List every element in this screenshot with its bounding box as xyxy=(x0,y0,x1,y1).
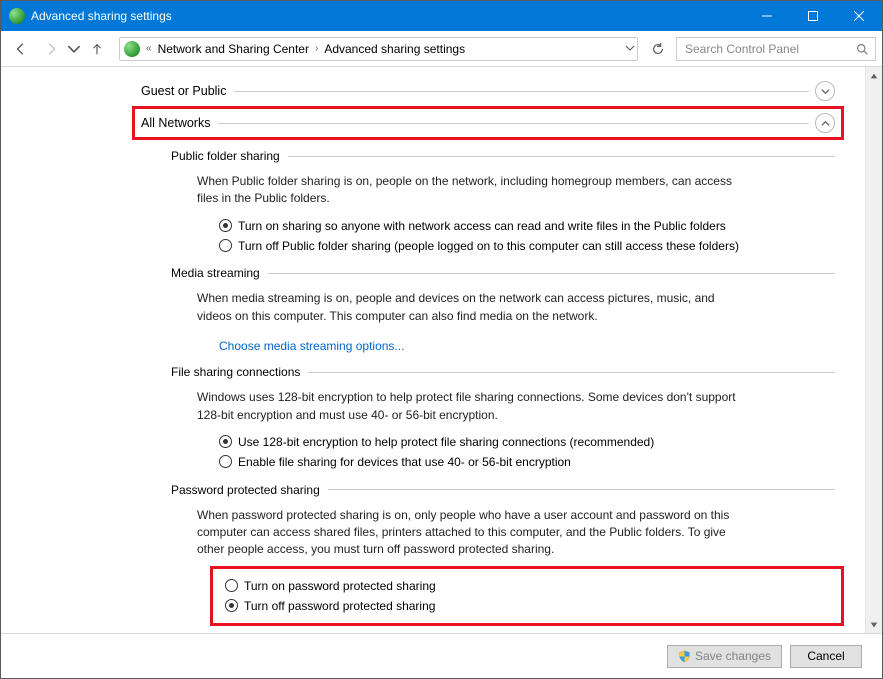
save-label: Save changes xyxy=(695,649,771,663)
search-box[interactable] xyxy=(676,37,876,61)
minimize-button[interactable] xyxy=(744,1,790,31)
radio-label: Turn off Public folder sharing (people l… xyxy=(238,238,739,255)
radio-label: Enable file sharing for devices that use… xyxy=(238,454,571,471)
radio-label: Use 128-bit encryption to help protect f… xyxy=(238,434,654,451)
titlebar: Advanced sharing settings xyxy=(1,1,882,31)
shield-icon xyxy=(678,650,691,663)
search-icon[interactable] xyxy=(856,43,869,59)
radio-icon xyxy=(219,455,232,468)
search-input[interactable] xyxy=(683,41,869,57)
radio-128bit[interactable]: Use 128-bit encryption to help protect f… xyxy=(219,434,835,451)
section-public-folder-sharing: Public folder sharing When Public folder… xyxy=(171,149,835,254)
profile-header-all-networks[interactable]: All Networks xyxy=(135,109,841,137)
breadcrumb-root-chevron[interactable]: « xyxy=(146,43,152,54)
navbar: « Network and Sharing Center › Advanced … xyxy=(1,31,882,67)
location-icon xyxy=(124,41,140,57)
section-title: Password protected sharing xyxy=(171,483,328,497)
divider xyxy=(268,273,835,274)
radio-icon xyxy=(219,239,232,252)
window-title: Advanced sharing settings xyxy=(31,9,744,23)
password-radio-group-highlight: Turn on password protected sharing Turn … xyxy=(213,569,841,624)
section-password-sharing: Password protected sharing When password… xyxy=(171,483,835,624)
divider xyxy=(234,91,809,92)
section-title: Media streaming xyxy=(171,266,268,280)
radio-icon xyxy=(219,219,232,232)
scroll-up-icon[interactable] xyxy=(866,67,882,84)
close-button[interactable] xyxy=(836,1,882,31)
radio-public-off[interactable]: Turn off Public folder sharing (people l… xyxy=(219,238,835,255)
section-title: File sharing connections xyxy=(171,365,308,379)
maximize-button[interactable] xyxy=(790,1,836,31)
chevron-down-icon[interactable] xyxy=(815,81,835,101)
divider xyxy=(328,489,835,490)
section-title: Public folder sharing xyxy=(171,149,288,163)
section-file-sharing: File sharing connections Windows uses 12… xyxy=(171,365,835,470)
section-desc: Windows uses 128-bit encryption to help … xyxy=(197,389,737,424)
footer: Save changes Cancel xyxy=(1,633,882,678)
section-desc: When Public folder sharing is on, people… xyxy=(197,173,737,208)
section-desc: When media streaming is on, people and d… xyxy=(197,290,737,325)
cancel-label: Cancel xyxy=(807,649,844,663)
forward-button xyxy=(37,35,65,63)
radio-label: Turn on sharing so anyone with network a… xyxy=(238,218,726,235)
breadcrumb-dropdown[interactable] xyxy=(625,41,635,58)
radio-label: Turn off password protected sharing xyxy=(244,598,435,615)
profile-label: All Networks xyxy=(141,116,218,130)
breadcrumb-item-current[interactable]: Advanced sharing settings xyxy=(320,40,469,58)
radio-label: Turn on password protected sharing xyxy=(244,578,436,595)
radio-icon xyxy=(225,579,238,592)
radio-public-on[interactable]: Turn on sharing so anyone with network a… xyxy=(219,218,835,235)
radio-password-off[interactable]: Turn off password protected sharing xyxy=(225,598,835,615)
profile-label: Guest or Public xyxy=(141,84,234,98)
back-button[interactable] xyxy=(7,35,35,63)
recent-dropdown[interactable] xyxy=(67,35,81,63)
vertical-scrollbar[interactable] xyxy=(865,67,882,633)
section-desc: When password protected sharing is on, o… xyxy=(197,507,737,559)
section-media-streaming: Media streaming When media streaming is … xyxy=(171,266,835,353)
radio-icon xyxy=(219,435,232,448)
scroll-down-icon[interactable] xyxy=(866,616,882,633)
breadcrumb[interactable]: « Network and Sharing Center › Advanced … xyxy=(119,37,638,61)
radio-40bit[interactable]: Enable file sharing for devices that use… xyxy=(219,454,835,471)
cancel-button[interactable]: Cancel xyxy=(790,645,862,668)
chevron-up-icon[interactable] xyxy=(815,113,835,133)
media-options-link[interactable]: Choose media streaming options... xyxy=(219,339,404,353)
divider xyxy=(218,123,809,124)
radio-icon xyxy=(225,599,238,612)
profile-header-guest[interactable]: Guest or Public xyxy=(141,81,835,101)
divider xyxy=(308,372,835,373)
up-button[interactable] xyxy=(83,35,111,63)
refresh-button[interactable] xyxy=(646,37,670,61)
chevron-right-icon: › xyxy=(315,43,318,54)
content-area: Guest or Public All Networks Public fold… xyxy=(1,67,882,633)
save-changes-button[interactable]: Save changes xyxy=(667,645,782,668)
divider xyxy=(288,156,835,157)
app-icon xyxy=(9,8,25,24)
breadcrumb-item-network[interactable]: Network and Sharing Center xyxy=(154,40,313,58)
radio-password-on[interactable]: Turn on password protected sharing xyxy=(225,578,835,595)
